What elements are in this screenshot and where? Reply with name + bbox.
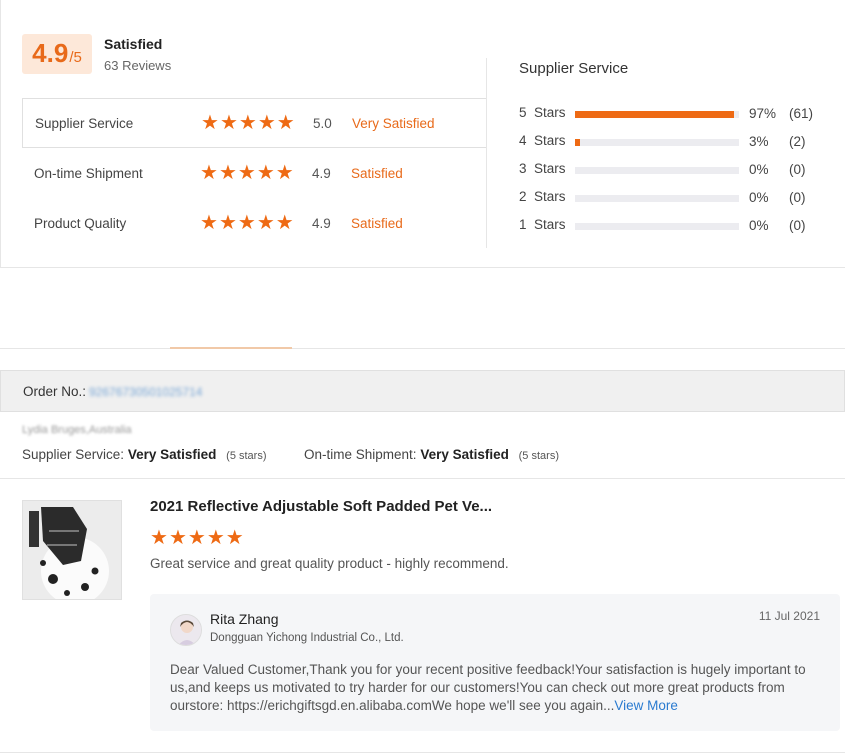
- product-image: [23, 501, 121, 599]
- distribution-row: 4 Stars 3% (2): [519, 133, 819, 153]
- star-icon: ★: [187, 527, 206, 549]
- distribution-label: 3 Stars: [519, 161, 566, 176]
- order-label: Order No.:: [23, 384, 87, 399]
- product-thumbnail[interactable]: [22, 500, 122, 600]
- star-icon: ★: [201, 112, 219, 134]
- star-icon: ★: [200, 212, 218, 234]
- distribution-percent: 97%: [749, 106, 777, 121]
- distribution-bar-track: [575, 223, 739, 230]
- overall-score: 4.9: [32, 38, 69, 68]
- view-more-link[interactable]: View More: [614, 698, 678, 713]
- rating-word: Satisfied: [351, 165, 403, 181]
- order-number: 92676730501025714: [89, 385, 203, 399]
- overall-score-max: /5: [69, 49, 82, 66]
- rating-row-supplier-service[interactable]: Supplier Service ★ ★ ★ ★ ★ 5.0 Very Satisfie…: [22, 98, 486, 148]
- summary-value: Very Satisfied: [127, 447, 217, 462]
- distribution-percent: 0%: [749, 190, 769, 205]
- reply-text: Dear Valued Customer,Thank you for your …: [170, 661, 830, 715]
- product-title[interactable]: 2021 Reflective Adjustable Soft Padded P…: [150, 498, 492, 515]
- star-icon: ★: [218, 162, 237, 184]
- distribution-bar-fill: [575, 139, 580, 146]
- distribution-label: 4 Stars: [519, 133, 566, 148]
- divider: [486, 58, 487, 248]
- rating-name: On-time Shipment: [34, 165, 143, 181]
- distribution-bar-track: [575, 111, 739, 118]
- reply-author: Rita Zhang: [210, 611, 279, 627]
- star-icon: ★: [219, 112, 238, 134]
- overall-score-badge: 4.9 /5: [22, 34, 92, 74]
- star-icon: ★: [275, 162, 294, 184]
- distribution-title: Supplier Service: [519, 60, 629, 77]
- distribution-percent: 0%: [749, 218, 769, 233]
- distribution-label: 2 Stars: [519, 189, 566, 204]
- reviews-count: 63 Reviews: [104, 58, 172, 73]
- summary-value: Very Satisfied: [420, 447, 509, 462]
- active-tab-indicator: [170, 347, 292, 349]
- distribution-label: 1 Stars: [519, 217, 566, 232]
- reply-body: Dear Valued Customer,Thank you for your …: [170, 662, 806, 713]
- distribution-bar-fill: [575, 111, 735, 118]
- supplier-reply: Rita Zhang Dongguan Yichong Industrial C…: [150, 594, 840, 731]
- rating-value: 4.9: [312, 215, 331, 231]
- star-icon: ★: [256, 212, 275, 234]
- buyer-name: Lydia Bruges,Australia: [22, 424, 132, 436]
- star-icon: ★: [256, 162, 275, 184]
- summary-stars: (5 stars): [518, 450, 559, 462]
- rating-word: Very Satisfied: [352, 115, 435, 131]
- rating-row-product-quality[interactable]: Product Quality ★ ★ ★ ★ ★ 4.9 Satisfied: [22, 198, 486, 248]
- star-icon: ★: [275, 212, 294, 234]
- summary-label: Supplier Service:: [22, 447, 125, 462]
- distribution-count: (0): [789, 190, 806, 205]
- distribution-count: (2): [789, 134, 806, 149]
- distribution-row: 2 Stars 0% (0): [519, 189, 819, 209]
- star-icon: ★: [150, 527, 168, 549]
- star-icon: ★: [237, 212, 256, 234]
- rating-name: Product Quality: [34, 215, 127, 231]
- order-header: Order No.: 92676730501025714: [0, 370, 845, 412]
- star-icon: ★: [276, 112, 295, 134]
- tab-bar: [0, 269, 845, 349]
- star-icon: ★: [200, 162, 218, 184]
- distribution-bar-track: [575, 139, 739, 146]
- distribution-percent: 0%: [749, 162, 769, 177]
- rating-word: Satisfied: [351, 215, 403, 231]
- rating-value: 5.0: [313, 115, 332, 131]
- reply-company: Dongguan Yichong Industrial Co., Ltd.: [210, 632, 404, 644]
- review-text: Great service and great quality product …: [150, 556, 509, 571]
- star-icon: ★: [225, 527, 244, 549]
- star-icon: ★: [237, 162, 256, 184]
- star-icon: ★: [238, 112, 257, 134]
- divider: [0, 478, 845, 479]
- star-icon: ★: [257, 112, 276, 134]
- distribution-percent: 3%: [749, 134, 769, 149]
- distribution-bar-track: [575, 195, 739, 202]
- review-on-time-shipment: On-time Shipment: Very Satisfied (5 star…: [304, 447, 559, 462]
- rating-row-on-time-shipment[interactable]: On-time Shipment ★ ★ ★ ★ ★ 4.9 Satisfied: [22, 148, 486, 198]
- distribution-count: (0): [789, 162, 806, 177]
- rating-stars: ★ ★ ★ ★ ★: [200, 213, 294, 233]
- distribution-row: 3 Stars 0% (0): [519, 161, 819, 181]
- distribution-count: (61): [789, 106, 814, 121]
- rating-stars: ★ ★ ★ ★ ★: [201, 113, 295, 133]
- distribution-count: (0): [789, 218, 806, 233]
- reply-date: 11 Jul 2021: [758, 609, 820, 623]
- rating-value: 4.9: [312, 165, 331, 181]
- avatar-image: [171, 615, 201, 645]
- review-supplier-service: Supplier Service: Very Satisfied (5 star…: [22, 447, 267, 462]
- avatar: [170, 614, 202, 646]
- review-rating-stars: ★ ★ ★ ★ ★: [150, 528, 244, 548]
- rating-name: Supplier Service: [35, 115, 134, 131]
- distribution-label: 5 Stars: [519, 105, 566, 120]
- distribution-row: 1 Stars 0% (0): [519, 217, 819, 237]
- star-icon: ★: [168, 527, 187, 549]
- distribution-row: 5 Stars 97% (61): [519, 105, 819, 125]
- distribution-bar-track: [575, 167, 739, 174]
- summary-stars: (5 stars): [226, 450, 267, 462]
- summary-label: On-time Shipment:: [304, 447, 417, 462]
- star-icon: ★: [218, 212, 237, 234]
- star-icon: ★: [206, 527, 225, 549]
- rating-stars: ★ ★ ★ ★ ★: [200, 163, 294, 183]
- overall-label: Satisfied: [104, 36, 163, 52]
